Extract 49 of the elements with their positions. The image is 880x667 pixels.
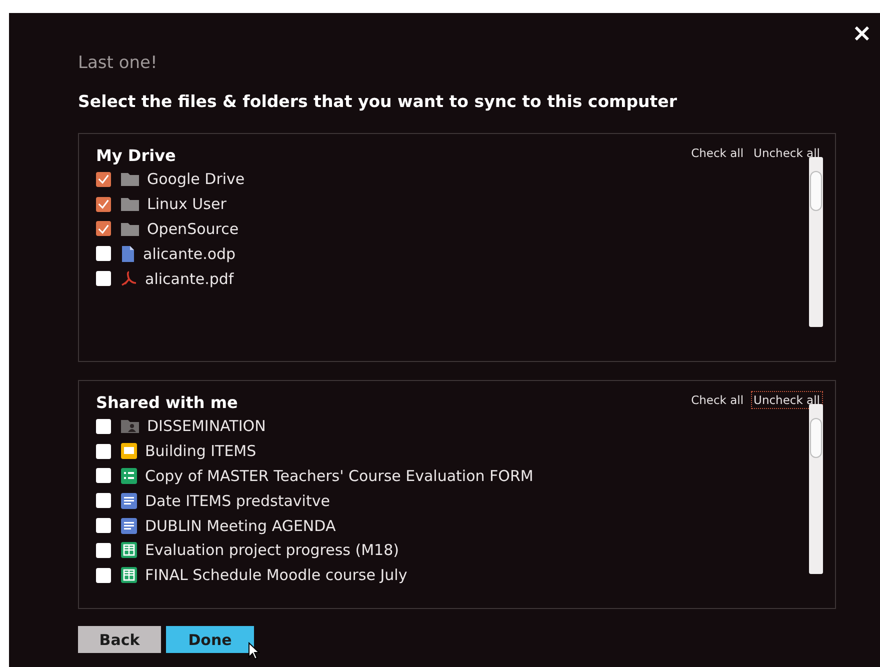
- checkbox[interactable]: [96, 172, 111, 187]
- folder-icon: [121, 197, 139, 212]
- pdf-icon: [121, 270, 137, 287]
- checkbox[interactable]: [96, 518, 111, 534]
- slides-icon: [121, 443, 137, 460]
- checkbox[interactable]: [96, 468, 111, 484]
- checkbox[interactable]: [96, 493, 111, 508]
- checkbox[interactable]: [96, 444, 111, 459]
- checkbox[interactable]: [96, 196, 111, 212]
- item-name: DUBLIN Meeting AGENDA: [145, 516, 336, 535]
- dialog-heading: Select the files & folders that you want to sync to this computer: [78, 92, 678, 111]
- check-all-link[interactable]: Check all: [688, 144, 747, 162]
- item-name: OpenSource: [147, 220, 239, 238]
- folder-icon: [121, 172, 139, 186]
- close-button[interactable]: ×: [852, 21, 872, 45]
- item-name: alicante.pdf: [145, 270, 234, 288]
- check-all-link[interactable]: Check all: [688, 391, 747, 409]
- scrollbar[interactable]: [809, 404, 823, 574]
- checkbox[interactable]: [96, 271, 111, 286]
- done-button[interactable]: Done: [166, 626, 254, 653]
- item-name: Date ITEMS predstavitve: [145, 492, 330, 510]
- document-icon: [121, 518, 137, 534]
- checkbox[interactable]: [96, 418, 111, 434]
- section-title: My Drive: [96, 146, 176, 165]
- spreadsheet-icon: [121, 567, 137, 584]
- document-icon: [121, 246, 135, 262]
- cursor-icon: [248, 642, 260, 660]
- uncheck-all-link[interactable]: Uncheck all: [750, 144, 823, 162]
- item-name: Evaluation project progress (M18): [145, 541, 399, 560]
- checkbox[interactable]: [96, 568, 111, 583]
- item-name: Google Drive: [147, 170, 245, 188]
- item-name: Building ITEMS: [145, 442, 256, 460]
- shared-folder-icon: [121, 419, 139, 434]
- folder-icon: [121, 222, 139, 236]
- checkbox[interactable]: [96, 246, 111, 262]
- checkbox[interactable]: [96, 221, 111, 236]
- form-icon: [121, 468, 137, 484]
- checkbox[interactable]: [96, 542, 111, 558]
- item-name: Copy of MASTER Teachers' Course Evaluation FORM: [145, 466, 534, 485]
- scrollbar[interactable]: [809, 157, 823, 327]
- item-name: FINAL Schedule Moodle course July: [145, 566, 408, 584]
- item-name: alicante.odp: [143, 244, 236, 263]
- section-title: Shared with me: [96, 393, 238, 412]
- document-icon: [121, 492, 137, 509]
- step-label: Last one!: [78, 53, 158, 75]
- item-name: Linux User: [147, 195, 226, 214]
- item-name: DISSEMINATION: [147, 417, 266, 436]
- back-button[interactable]: Back: [78, 626, 161, 653]
- spreadsheet-icon: [121, 542, 137, 558]
